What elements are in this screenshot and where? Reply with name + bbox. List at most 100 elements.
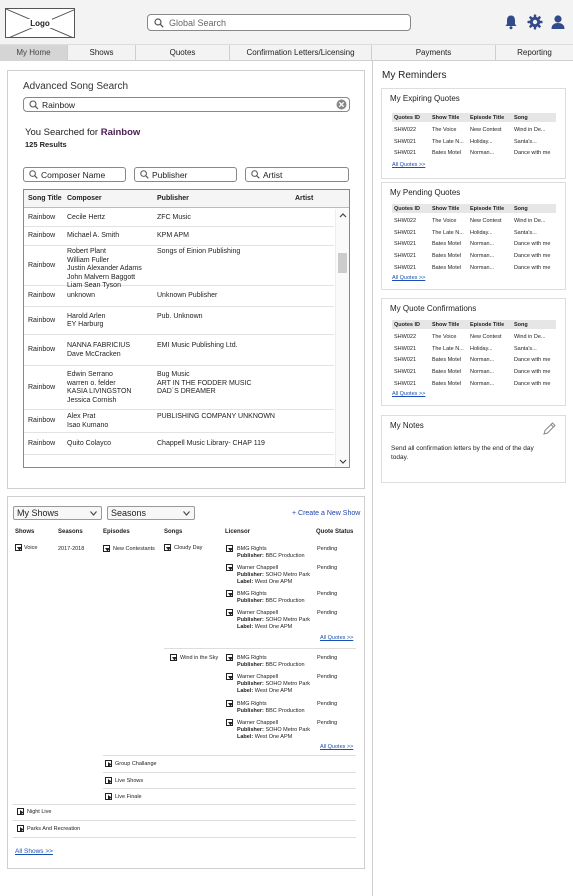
episode-group-challange[interactable]: Group Challange bbox=[115, 761, 157, 767]
table-row[interactable]: Rainbow Alex Prat Isao Kumano PUBLISHING C… bbox=[24, 410, 334, 433]
mini-cell[interactable]: Holiday... bbox=[470, 346, 506, 352]
mini-cell[interactable]: Norman... bbox=[470, 381, 506, 387]
mini-cell[interactable]: Bates Motel bbox=[432, 369, 468, 375]
mini-cell[interactable]: The Voice bbox=[432, 334, 468, 340]
licensor-entry[interactable]: BMG Rights Publisher: BBC Production bbox=[237, 546, 305, 560]
licensor-toggle[interactable] bbox=[226, 654, 233, 661]
episode-new-contestants[interactable]: New Contestants bbox=[113, 546, 155, 552]
mini-cell[interactable]: Dance with me bbox=[514, 381, 558, 387]
scrollbar-thumb[interactable] bbox=[338, 253, 347, 273]
licensor-entry[interactable]: BMG Rights Publisher: BBC Production bbox=[237, 655, 305, 669]
composer-name-filter[interactable]: Composer Name bbox=[23, 167, 126, 182]
mini-cell[interactable]: Norman... bbox=[470, 357, 506, 363]
gear-icon[interactable] bbox=[527, 14, 543, 30]
episode-toggle[interactable] bbox=[105, 793, 112, 800]
licensor-entry[interactable]: Warner Chappell Publisher: SOHO Metro Par… bbox=[237, 565, 310, 586]
mini-cell[interactable]: Santa's... bbox=[514, 139, 558, 145]
show-toggle[interactable] bbox=[17, 808, 24, 815]
table-row[interactable]: Rainbow Michael A. Smith KPM APM bbox=[24, 227, 334, 246]
pencil-icon[interactable] bbox=[542, 421, 557, 436]
mini-cell[interactable]: The Late N... bbox=[432, 139, 468, 145]
table-row[interactable]: Rainbow Edwin Serrano warren o. felder KA… bbox=[24, 366, 334, 410]
tab-my-home[interactable]: My Home bbox=[0, 45, 68, 61]
mini-cell[interactable]: SHW021 bbox=[394, 139, 430, 145]
mini-cell[interactable]: The Late N... bbox=[432, 346, 468, 352]
my-shows-select[interactable]: My Shows bbox=[13, 506, 102, 520]
mini-cell[interactable]: New Contest bbox=[470, 127, 506, 133]
licensor-toggle[interactable] bbox=[226, 700, 233, 707]
mini-cell[interactable]: Dance with me bbox=[514, 265, 558, 271]
mini-cell[interactable]: SHW021 bbox=[394, 253, 430, 259]
licensor-toggle[interactable] bbox=[226, 719, 233, 726]
confirmations-all-quotes-link[interactable]: All Quotes >> bbox=[392, 391, 425, 397]
all-quotes-link[interactable]: All Quotes >> bbox=[320, 635, 353, 641]
mini-cell[interactable]: Norman... bbox=[470, 369, 506, 375]
bell-icon[interactable] bbox=[503, 14, 519, 30]
song-toggle[interactable] bbox=[170, 654, 177, 661]
mini-cell[interactable]: Dance with me bbox=[514, 150, 558, 156]
publisher-filter[interactable]: Publisher bbox=[134, 167, 237, 182]
mini-cell[interactable]: The Voice bbox=[432, 127, 468, 133]
mini-cell[interactable]: The Voice bbox=[432, 218, 468, 224]
licensor-toggle[interactable] bbox=[226, 545, 233, 552]
mini-cell[interactable]: Holiday... bbox=[470, 230, 506, 236]
chevron-down-icon[interactable] bbox=[339, 459, 347, 465]
mini-cell[interactable]: SHW022 bbox=[394, 127, 430, 133]
col-composer[interactable]: Composer bbox=[67, 195, 102, 202]
all-shows-link[interactable]: All Shows >> bbox=[15, 848, 53, 855]
mini-cell[interactable]: SHW021 bbox=[394, 369, 430, 375]
pending-all-quotes-link[interactable]: All Quotes >> bbox=[392, 275, 425, 281]
episode-toggle[interactable] bbox=[105, 777, 112, 784]
table-row[interactable]: Rainbow Harold Arlen EY Harburg Pub. Unkno… bbox=[24, 307, 334, 335]
licensor-toggle[interactable] bbox=[226, 609, 233, 616]
table-row[interactable]: Rainbow Robert Plant William Fuller Justi… bbox=[24, 246, 334, 289]
licensor-entry[interactable]: BMG Rights Publisher: BBC Production bbox=[237, 591, 305, 605]
tab-confirmation-letters[interactable]: Confirmation Letters/Licensing bbox=[230, 45, 372, 61]
table-row[interactable]: Rainbow Cecile Hertz ZFC Music bbox=[24, 209, 334, 227]
episode-toggle[interactable] bbox=[103, 545, 110, 552]
mini-cell[interactable]: Bates Motel bbox=[432, 253, 468, 259]
table-row[interactable]: Rainbow unknown Unknown Publisher bbox=[24, 286, 334, 307]
mini-cell[interactable]: New Contest bbox=[470, 218, 506, 224]
clear-icon[interactable] bbox=[336, 99, 347, 110]
create-show-link[interactable]: + Create a New Show bbox=[292, 510, 360, 517]
artist-filter[interactable]: Artist bbox=[245, 167, 349, 182]
song-search-input[interactable]: Rainbow bbox=[23, 97, 350, 112]
licensor-entry[interactable]: BMG Rights Publisher: BBC Production bbox=[237, 701, 305, 715]
mini-cell[interactable]: SHW022 bbox=[394, 334, 430, 340]
episode-toggle[interactable] bbox=[105, 760, 112, 767]
mini-cell[interactable]: SHW021 bbox=[394, 381, 430, 387]
show-parks-and-recreation[interactable]: Parks And Recreation bbox=[27, 826, 80, 832]
mini-cell[interactable]: Dance with me bbox=[514, 369, 558, 375]
expiring-all-quotes-link[interactable]: All Quotes >> bbox=[392, 162, 425, 168]
mini-cell[interactable]: Bates Motel bbox=[432, 150, 468, 156]
episode-live-finale[interactable]: Live Finale bbox=[115, 794, 142, 800]
mini-cell[interactable]: New Contest bbox=[470, 334, 506, 340]
logo[interactable]: Logo bbox=[5, 8, 75, 38]
mini-cell[interactable]: SHW021 bbox=[394, 150, 430, 156]
tab-payments[interactable]: Payments bbox=[372, 45, 496, 61]
mini-cell[interactable]: SHW021 bbox=[394, 357, 430, 363]
licensor-toggle[interactable] bbox=[226, 673, 233, 680]
table-row[interactable]: Rainbow Quito Colayco Chappell Music Libra… bbox=[24, 433, 334, 455]
licensor-entry[interactable]: Warner Chappell Publisher: SOHO Metro Par… bbox=[237, 674, 310, 695]
show-toggle[interactable] bbox=[17, 825, 24, 832]
table-row[interactable]: Rainbow NANNA FABRICIUS Dave McCracken EMI… bbox=[24, 335, 334, 366]
mini-cell[interactable]: Bates Motel bbox=[432, 357, 468, 363]
mini-cell[interactable]: SHW021 bbox=[394, 265, 430, 271]
mini-cell[interactable]: Wind in De... bbox=[514, 218, 558, 224]
mini-cell[interactable]: Santa's... bbox=[514, 230, 558, 236]
song-toggle[interactable] bbox=[164, 544, 171, 551]
season-label[interactable]: 2017-2018 bbox=[58, 546, 84, 552]
tab-quotes[interactable]: Quotes bbox=[136, 45, 230, 61]
tab-reporting[interactable]: Reporting bbox=[496, 45, 573, 61]
col-publisher[interactable]: Publisher bbox=[157, 195, 189, 202]
licensor-entry[interactable]: Warner Chappell Publisher: SOHO Metro Par… bbox=[237, 720, 310, 741]
col-artist[interactable]: Artist bbox=[295, 195, 313, 202]
mini-cell[interactable]: Norman... bbox=[470, 150, 506, 156]
mini-cell[interactable]: Norman... bbox=[470, 253, 506, 259]
seasons-select[interactable]: Seasons bbox=[107, 506, 195, 520]
show-voice[interactable]: Voice bbox=[24, 545, 37, 551]
mini-cell[interactable]: Bates Motel bbox=[432, 381, 468, 387]
user-icon[interactable] bbox=[550, 14, 566, 30]
